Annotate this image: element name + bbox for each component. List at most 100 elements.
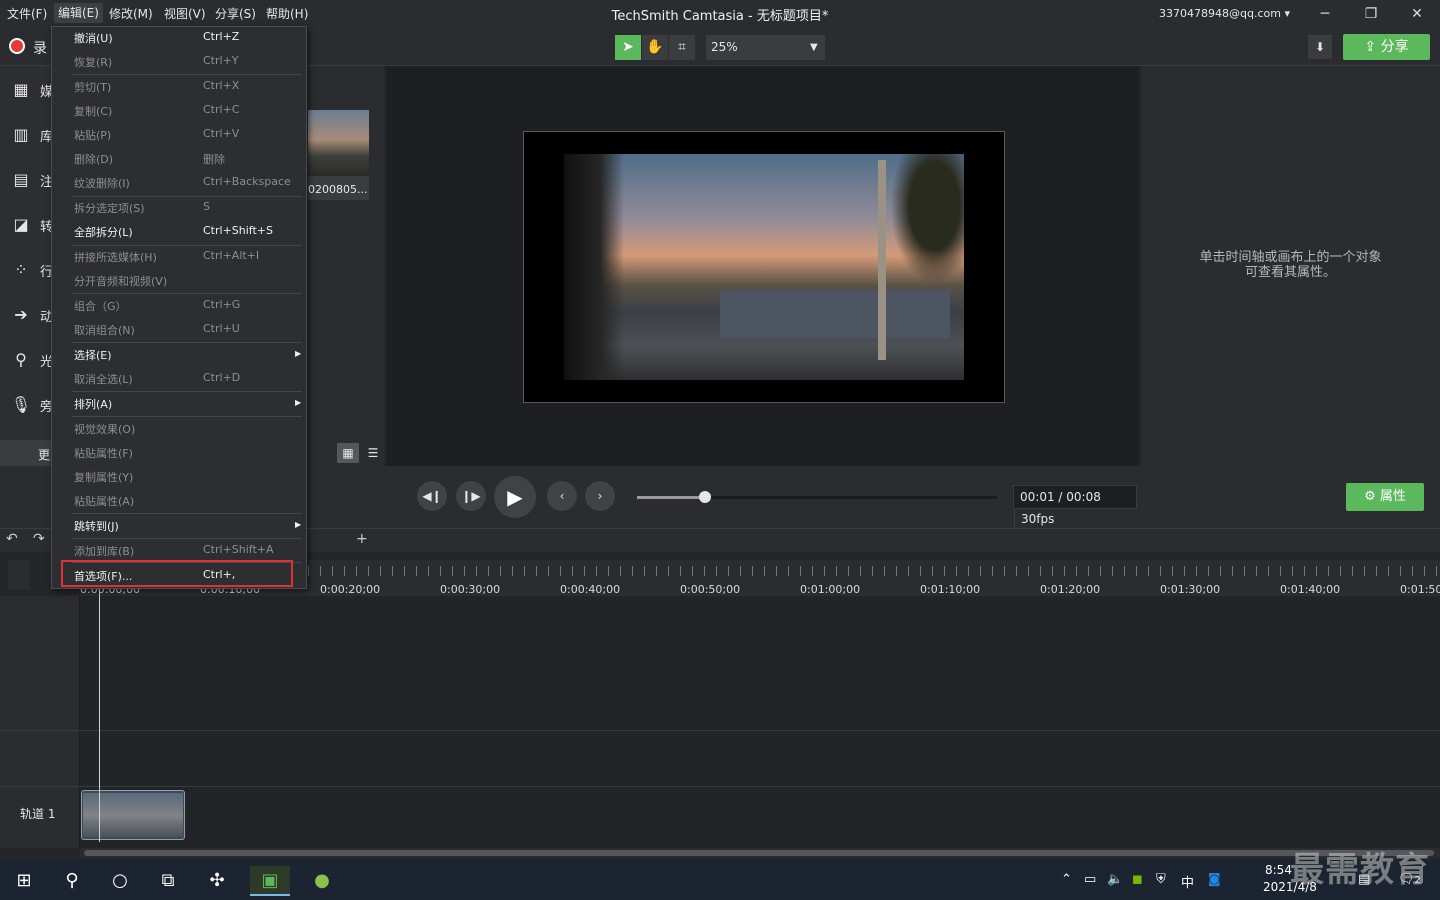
crop-icon: ⌗ [678,39,686,55]
step-forward-button[interactable]: ❙▶ [456,481,486,511]
add-track-button[interactable]: + [356,531,368,547]
network-icon[interactable]: ▭ [1084,872,1096,887]
timecode-display: 00:01 / 00:08 30fps [1013,485,1137,530]
more-tools-button[interactable]: 更 [38,446,50,463]
menu-view[interactable]: 视图(V) [164,5,206,22]
edit-menu-item[interactable]: 纹波删除(I) [74,175,130,191]
playhead[interactable] [99,588,100,842]
ime-indicator[interactable]: 中 [1181,872,1194,891]
list-view-button[interactable]: ☰ [362,443,384,463]
nvidia-icon[interactable]: ◼ [1132,872,1143,887]
next-marker-button[interactable]: › [585,481,615,511]
share-button[interactable]: ⇪ 分享 [1343,34,1430,60]
timeline-scrollbar-thumb[interactable] [84,850,1434,856]
minimize-button[interactable]: ─ [1314,4,1336,24]
start-button[interactable]: ⊞ [4,866,44,896]
undo-icon[interactable]: ↶ [6,531,18,547]
menu-shortcut: Ctrl+Backspace [203,175,291,188]
taskbar-app-green[interactable]: ● [302,866,342,896]
edit-menu-item[interactable]: 拼接所选媒体(H) [74,249,157,265]
security-icon[interactable]: ⛨ [1156,872,1166,887]
camtasia-icon: ▣ [261,870,279,891]
submenu-arrow-icon: ▶ [295,349,302,358]
properties-button[interactable]: ⚙ 属性 [1346,483,1424,511]
edit-menu-item[interactable]: 跳转到(J) [74,518,119,534]
hand-icon: ✋ [646,39,664,55]
qq-icon[interactable]: ◙ [1208,872,1221,887]
edit-menu-item[interactable]: 粘贴属性(A) [74,493,134,509]
animation-icon[interactable]: ➔ [10,305,32,324]
menu-shortcut: Ctrl+X [203,79,240,92]
chevron-down-icon: ▾ [1284,7,1290,20]
properties-button-label: 属性 [1379,489,1406,504]
menu-file[interactable]: 文件(F) [7,5,47,22]
edit-menu-item[interactable]: 恢复(R) [74,54,112,70]
account-menu[interactable]: 3370478948@qq.com ▾ [1159,7,1290,20]
maximize-button[interactable]: ❐ [1360,4,1382,24]
record-button-label[interactable]: 录 [33,38,47,58]
behavior-icon[interactable]: ⁘ [10,260,32,279]
track-divider [0,730,1440,731]
menu-help[interactable]: 帮助(H) [266,5,308,22]
menu-shortcut: Ctrl+C [203,103,240,116]
chevron-up-icon[interactable]: ⌃ [1061,872,1072,887]
transition-icon[interactable]: ◪ [10,215,32,234]
close-button[interactable]: ✕ [1406,4,1428,24]
redo-icon[interactable]: ↷ [33,531,45,547]
track-name[interactable]: 轨道 1 [20,805,55,822]
edit-menu-item[interactable]: 取消全选(L) [74,371,133,387]
cursor-effect-icon[interactable]: ⚲ [10,350,32,369]
menu-separator [72,538,302,539]
pan-tool-button[interactable]: ✋ [642,35,668,60]
crop-tool-button[interactable]: ⌗ [669,35,695,60]
taskbar-app-pinwheel[interactable]: ✣ [197,866,237,896]
edit-menu-item[interactable]: 视觉效果(O) [74,421,135,437]
media-icon[interactable]: ▦ [10,80,32,99]
edit-menu-item[interactable]: 剪切(T) [74,79,111,95]
zoom-select[interactable]: 25% [706,35,825,60]
edit-menu-item[interactable]: 粘贴(P) [74,127,111,143]
menu-separator [72,74,302,75]
edit-menu-item[interactable]: 复制属性(Y) [74,469,133,485]
previous-marker-button[interactable]: ‹ [547,481,577,511]
timeline-zoom-slider[interactable] [8,560,30,590]
grid-view-button[interactable]: ▦ [337,443,359,463]
properties-hint-line2: 可查看其属性。 [1244,265,1336,280]
edit-menu-item[interactable]: 选择(E) [74,347,112,363]
annotation-icon[interactable]: ▤ [10,170,32,189]
step-back-icon: ◀❙ [422,489,442,503]
clock-time[interactable]: 8:54 [1265,863,1292,877]
download-button[interactable]: ⬇ [1308,35,1332,59]
track-area[interactable] [80,596,1440,848]
step-back-button[interactable]: ◀❙ [417,481,447,511]
play-button[interactable]: ▶ [494,476,536,518]
task-view-icon: ⧉ [161,870,175,891]
grid-icon: ▦ [342,446,354,460]
edit-menu-item[interactable]: 分开音频和视频(V) [74,273,167,289]
taskbar-app-camtasia[interactable]: ▣ [250,866,290,896]
edit-menu-item[interactable]: 添加到库(B) [74,543,134,559]
edit-menu-item[interactable]: 复制(C) [74,103,112,119]
menu-share[interactable]: 分享(S) [215,5,256,22]
search-button[interactable]: ⚲ [52,866,92,896]
task-view-button[interactable]: ⧉ [148,866,188,896]
volume-icon[interactable]: 🔈 [1107,872,1123,887]
cortana-button[interactable]: ○ [100,866,140,896]
ruler-tick-label: 0:00:20;00 [320,583,381,596]
narration-icon[interactable]: 🎙 [10,395,32,414]
edit-menu-item[interactable]: 撤消(U) [74,30,113,46]
edit-menu-item[interactable]: 粘贴属性(F) [74,445,133,461]
watermark: 最需教育 [1290,850,1430,890]
edit-menu-item[interactable]: 删除(D) [74,151,113,167]
edit-menu-item[interactable]: 组合（G） [74,298,127,314]
menu-edit[interactable]: 编辑(E) [54,3,103,23]
library-icon[interactable]: ▥ [10,125,32,144]
edit-menu-item[interactable]: 取消组合(N) [74,322,135,338]
edit-menu-item[interactable]: 拆分选定项(S) [74,200,145,216]
menu-modify[interactable]: 修改(M) [109,5,153,22]
edit-menu-item[interactable]: 全部拆分(L) [74,224,133,240]
menu-shortcut: Ctrl+D [203,371,241,384]
record-icon[interactable] [9,38,25,54]
edit-menu-item[interactable]: 排列(A) [74,396,112,412]
select-tool-button[interactable]: ➤ [615,35,641,60]
